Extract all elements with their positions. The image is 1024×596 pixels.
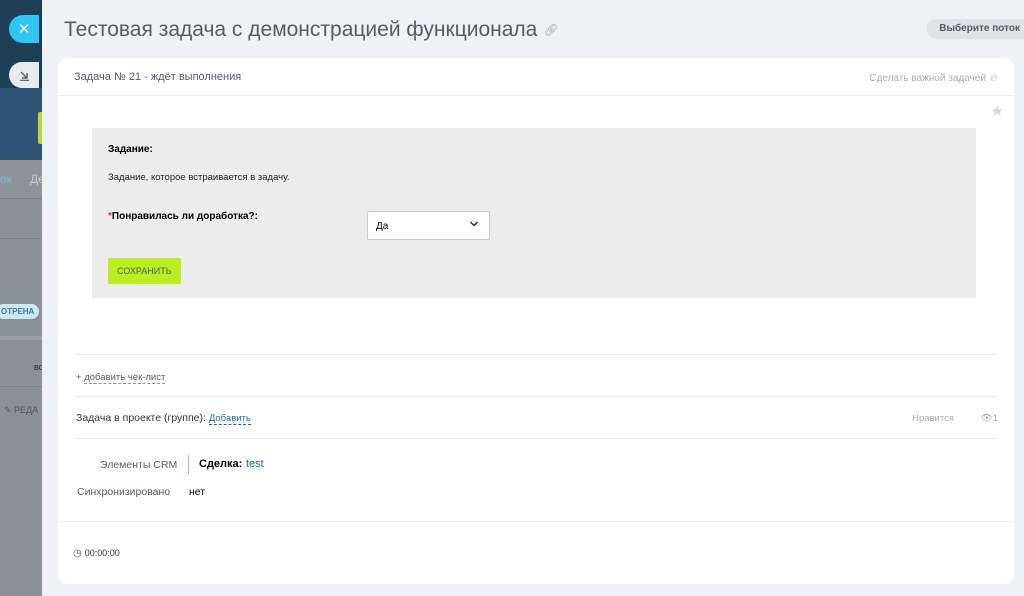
background-divider — [0, 336, 42, 340]
task-header: Задача № 21 - ждёт выполнения Сделать ва… — [58, 58, 1014, 96]
background-text: вс — [34, 362, 42, 372]
project-label: Задача в проекте (группе): — [76, 412, 206, 424]
embedded-form: Задание: Задание, которое встраивается в… — [92, 128, 976, 298]
divider — [76, 396, 996, 397]
answer-select[interactable]: Да — [367, 211, 490, 240]
question-text: Понравилась ли доработка?: — [111, 211, 258, 222]
minimize-icon — [19, 71, 29, 81]
background-toolbar — [0, 88, 42, 160]
page-title: Тестовая задача с демонстрацией функцион… — [64, 18, 559, 42]
like-button[interactable]: Нравится — [912, 413, 954, 424]
background-page: ок Де ОТРЕНА вс ✎ РЕДА — [0, 0, 42, 596]
form-section-label: Задание: — [108, 144, 153, 155]
crm-deal-label: Сделка: — [199, 458, 243, 470]
views-count: 1 — [992, 413, 998, 424]
form-description: Задание, которое встраивается в задачу. — [108, 172, 290, 183]
add-project-link[interactable]: Добавить — [208, 413, 251, 425]
page-title-text: Тестовая задача с демонстрацией функцион… — [64, 18, 538, 41]
background-edit-link: ✎ РЕДА — [4, 405, 39, 415]
background-content — [0, 198, 42, 596]
background-divider — [0, 238, 42, 239]
background-tab: ок — [0, 172, 12, 186]
plus-icon: + — [76, 372, 82, 383]
task-status: Задача № 21 - ждёт выполнения — [74, 71, 242, 83]
eye-icon: 👁︎ — [980, 413, 993, 424]
sync-value: нет — [189, 486, 206, 498]
close-icon: ✕ — [17, 21, 31, 38]
task-card: Задача № 21 - ждёт выполнения Сделать ва… — [58, 58, 1014, 584]
add-checklist-link[interactable]: + добавить чек-лист — [76, 372, 166, 384]
crm-divider — [188, 455, 189, 474]
save-button[interactable]: СОХРАНИТЬ — [108, 258, 181, 284]
make-important-link[interactable]: Сделать важной задачей 🔥︎ — [869, 72, 998, 85]
divider — [76, 354, 996, 355]
answer-selected-value: Да — [376, 221, 389, 232]
time-tracker: ◷ 00:00:00 — [73, 548, 120, 559]
crm-deal-link[interactable]: test — [246, 458, 264, 470]
background-divider — [0, 386, 42, 387]
background-divider — [0, 198, 42, 199]
minimize-slider-button[interactable] — [9, 62, 39, 88]
views-counter: 👁︎1 — [981, 413, 998, 424]
clock-icon: ◷ — [73, 548, 82, 559]
star-icon[interactable]: ★ — [991, 102, 1004, 120]
background-badge: ОТРЕНА — [0, 304, 40, 319]
background-tab: Де — [30, 172, 42, 186]
close-slider-button[interactable]: ✕ — [9, 15, 39, 43]
project-row: Задача в проекте (группе): Добавить — [76, 412, 251, 425]
divider — [58, 521, 1014, 522]
sync-label: Синхронизировано — [77, 486, 171, 498]
link-icon[interactable]: 🔗︎ — [543, 23, 558, 37]
crm-label: Элементы CRM — [100, 459, 178, 471]
task-slider: Тестовая задача с демонстрацией функцион… — [42, 0, 1024, 596]
add-checklist-label: добавить чек-лист — [84, 372, 166, 384]
chevron-down-icon — [469, 219, 479, 232]
flame-icon: 🔥︎ — [989, 72, 998, 84]
divider — [76, 438, 996, 439]
question-label: *Понравилась ли доработка?: — [108, 211, 258, 222]
timer-value: 00:00:00 — [84, 548, 120, 558]
make-important-label: Сделать важной задачей — [869, 73, 986, 84]
select-flow-button[interactable]: Выберите поток — [927, 19, 1024, 39]
